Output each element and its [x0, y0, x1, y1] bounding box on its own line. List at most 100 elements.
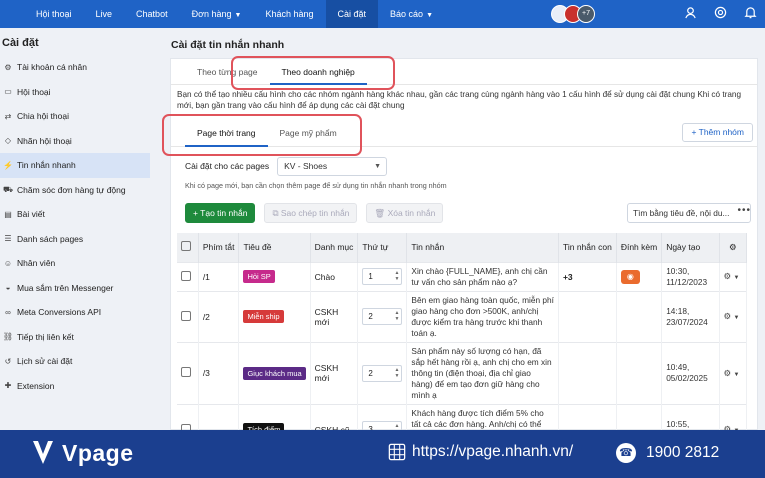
sidebar-item[interactable]: ☺ Nhân viên — [0, 251, 150, 276]
row-checkbox[interactable] — [181, 310, 191, 321]
title-tag: Hỏi SP — [243, 270, 275, 283]
shortcut-cell: /1 — [198, 261, 240, 291]
nav-item[interactable]: Đơn hàng ▼ — [180, 0, 254, 28]
header-title[interactable]: Tiêu đề — [238, 233, 311, 262]
order-value: 1 — [368, 272, 373, 281]
pages-select[interactable]: KV - Shoes ▼ — [277, 156, 388, 176]
app-logo-icon[interactable] — [0, 0, 24, 28]
sidebar-item[interactable]: ⚡ Tin nhắn nhanh — [0, 153, 150, 178]
sidebar-item[interactable]: ▭ Hội thoại — [0, 80, 150, 105]
created-date: 10:30, 11/12/2023 — [666, 265, 708, 287]
header-attachment[interactable]: Đính kèm — [616, 233, 663, 262]
top-navbar: Hội thoại Live Chatbot Đơn hàng ▼ Khách hàng C… — [0, 0, 765, 28]
users-icon: ☺ — [3, 258, 13, 268]
stepper-arrows-icon[interactable]: ▲▼ — [394, 367, 399, 379]
add-group-button[interactable]: + Thêm nhóm — [682, 123, 753, 142]
gear-icon[interactable]: ⚙ — [724, 311, 732, 321]
header-shortcut[interactable]: Phím tắt — [198, 233, 240, 262]
nav-item[interactable]: Báo cáo ▼ — [378, 0, 445, 28]
nav-item[interactable]: Hội thoại — [24, 0, 84, 28]
gear-icon[interactable]: ⚙ — [724, 368, 732, 378]
highlight-box — [231, 56, 395, 90]
help-icon[interactable] — [705, 6, 735, 22]
header-category[interactable]: Danh mục — [310, 233, 359, 262]
stepper-arrows-icon[interactable]: ▲▼ — [394, 310, 399, 322]
profile-icon[interactable] — [675, 6, 705, 22]
sidebar-item[interactable]: ⇄ Chia hội thoại — [0, 104, 150, 129]
quick-messages-table: Phím tắt Tiêu đề Danh mục Thứ tự Tin nhắ… — [177, 233, 748, 455]
category-cell: CSKH mới — [310, 290, 359, 342]
phone-text: 1900 2812 — [646, 444, 720, 461]
row-checkbox[interactable] — [181, 270, 191, 281]
create-message-button[interactable]: + Tạo tin nhắn — [185, 203, 256, 223]
sidebar-item[interactable]: ▤ Bài viết — [0, 202, 150, 227]
row-actions-cell: ⚙ ▼ — [719, 261, 748, 291]
nav-item[interactable]: Chatbot — [124, 0, 180, 28]
message-text: Xin chào {FULL_NAME}, anh chị cần tư vấn… — [411, 265, 548, 287]
order-stepper[interactable]: 2 ▲ ▼ — [362, 364, 403, 382]
table-row[interactable]: /2 Miễn ship CSKH mới 2 ▲ ▼ Bên em giao hàng t… — [177, 290, 748, 342]
document-icon: ▤ — [4, 209, 12, 219]
copy-label: Sao chép tin nhắn — [280, 208, 350, 218]
table-row[interactable]: /3 Giục khách mua CSKH mới 2 ▲ ▼ Sản phẩm này … — [177, 341, 748, 404]
chevron-down-icon[interactable]: ▼ — [734, 315, 740, 321]
message-cell: Bên em giao hàng toàn quốc, miễn phí gia… — [406, 290, 559, 342]
sidebar-item-label: Tin nhắn nhanh — [17, 160, 76, 171]
header-submessage[interactable]: Tin nhắn con — [558, 233, 617, 262]
nav-right: +7 — [551, 0, 765, 28]
footer-website[interactable]: https://vpage.nhanh.vn/ — [388, 443, 573, 461]
delete-message-button[interactable]: 🗑 Xóa tin nhắn — [366, 203, 444, 223]
order-value: 2 — [368, 312, 373, 321]
header-message[interactable]: Tin nhắn — [406, 233, 559, 262]
sidebar-item-label: Nhân viên — [17, 258, 56, 269]
message-text: Bên em giao hàng toàn quốc, miễn phí gia… — [411, 294, 554, 338]
footer-banner: Vpage https://vpage.nhanh.vn/ ☎ 1900 281… — [0, 430, 765, 478]
created-date: 14:18, 23/07/2024 — [666, 305, 708, 327]
row-select-cell — [177, 290, 199, 342]
page-title: Cài đặt tin nhắn nhanh — [171, 39, 285, 51]
order-stepper[interactable]: 2 ▲ ▼ — [362, 308, 403, 325]
sidebar-item[interactable]: ⛟ Chăm sóc đơn hàng tự động — [0, 178, 150, 203]
sidebar-item[interactable]: ⚙ Tài khoản cá nhân — [0, 55, 150, 80]
sidebar-item[interactable]: ◒ Mua sắm trên Messenger — [0, 276, 150, 301]
page-avatars[interactable]: +7 — [551, 5, 595, 23]
bell-icon[interactable] — [735, 6, 765, 22]
sidebar-item[interactable]: ∞ Meta Conversions API — [0, 300, 150, 325]
row-checkbox[interactable] — [181, 367, 191, 377]
table-row[interactable]: /1 Hỏi SP Chào 1 ▲ ▼ Xin chào {FULL_NAME}, anh… — [177, 261, 748, 291]
sidebar-item-label: Tiếp thị liên kết — [17, 331, 74, 342]
copy-icon: ⧉ — [272, 208, 281, 218]
sidebar-item[interactable]: ⛓ Tiếp thị liên kết — [0, 325, 150, 350]
copy-message-button[interactable]: ⧉ Sao chép tin nhắn — [264, 203, 358, 223]
header-created[interactable]: Ngày tạo — [661, 233, 720, 262]
sidebar-item[interactable]: ◇ Nhãn hội thoại — [0, 129, 150, 154]
gear-icon[interactable]: ⚙ — [724, 271, 732, 281]
pages-select-value: KV - Shoes — [284, 160, 328, 171]
nav-item[interactable]: Khách hàng — [253, 0, 325, 28]
header-order[interactable]: Thứ tự — [357, 233, 408, 262]
column-settings-icon[interactable]: ⚙ — [719, 233, 748, 262]
nav-item-label: Live — [95, 9, 113, 19]
sidebar-item-label: Danh sách pages — [17, 233, 84, 244]
nav-item[interactable]: Cài đặt — [325, 0, 379, 28]
order-cell: 1 ▲ ▼ — [357, 261, 408, 291]
attachment-cell — [616, 341, 663, 404]
select-all-checkbox[interactable] — [181, 241, 191, 252]
sidebar-item[interactable]: ✚ Extension — [0, 374, 150, 399]
row-select-cell — [177, 261, 199, 291]
submessage-cell — [558, 341, 617, 404]
stepper-arrows-icon[interactable]: ▲▼ — [394, 270, 399, 282]
sidebar-item[interactable]: ↺ Lịch sử cài đặt — [0, 349, 150, 374]
chevron-down-icon[interactable]: ▼ — [734, 372, 740, 378]
submessage-cell: +3 — [558, 261, 617, 291]
nav-item[interactable]: Live — [84, 0, 125, 28]
order-stepper[interactable]: 1 ▲ ▼ — [362, 268, 403, 285]
search-input[interactable]: Tìm bằng tiêu đề, nội du... — [627, 203, 751, 223]
chevron-down-icon[interactable]: ▼ — [734, 275, 740, 281]
sidebar-item[interactable]: ☰ Danh sách pages — [0, 227, 150, 252]
attachment-cell — [616, 290, 663, 342]
order-cell: 2 ▲ ▼ — [357, 341, 408, 404]
footer-phone[interactable]: ☎ 1900 2812 — [616, 443, 719, 463]
action-toolbar: + Tạo tin nhắn ⧉ Sao chép tin nhắn 🗑 Xóa… — [171, 198, 757, 228]
eye-icon[interactable]: ◉ — [620, 269, 640, 284]
